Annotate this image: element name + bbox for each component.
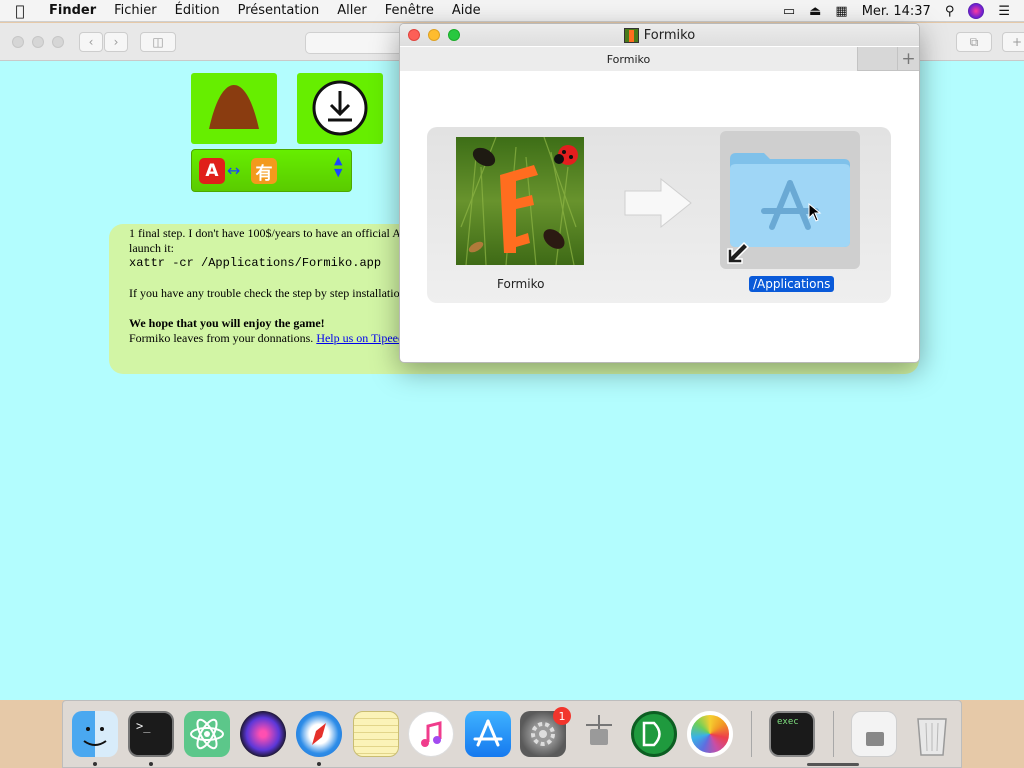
display-mirroring-icon[interactable]: ▭ <box>783 4 795 19</box>
menu-fenetre[interactable]: Fenêtre <box>376 3 443 18</box>
dock-scroll-indicator <box>807 763 859 766</box>
dmg-title: Formiko <box>643 27 696 43</box>
install-panel: Formiko /Applications <box>427 127 891 303</box>
zoom-button[interactable] <box>52 36 64 48</box>
running-indicator <box>149 762 153 766</box>
mouse-cursor-icon <box>808 203 822 222</box>
kanji-icon: 有 <box>251 158 277 184</box>
terminal-prompt-icon: >_ <box>136 719 151 733</box>
download-icon <box>312 80 368 136</box>
sidebar-icon: ◫ <box>152 35 164 49</box>
notification-center-icon[interactable]: ☰ <box>998 4 1010 19</box>
info-line-6: Formiko leaves from your donnations. Hel… <box>129 331 403 346</box>
menu-app-finder[interactable]: Finder <box>40 3 105 18</box>
siri-icon[interactable] <box>968 3 985 19</box>
dock-separator <box>751 711 752 757</box>
dmg-tab-bar: Formiko + <box>400 47 919 71</box>
dock: >_ 1 exec <box>62 700 962 768</box>
zoom-button[interactable] <box>448 29 460 41</box>
tipeee-link[interactable]: Help us on Tipeee <box>316 331 403 345</box>
calendar-icon[interactable]: ▦ <box>835 4 847 19</box>
right-arrow-icon <box>624 177 692 229</box>
exec-label: exec <box>777 717 799 727</box>
download-button[interactable] <box>297 73 383 144</box>
menu-bar:  Finder Fichier Édition Présentation Al… <box>0 0 1024 22</box>
formiko-caption: Formiko <box>497 277 545 291</box>
tab-formiko[interactable]: Formiko <box>400 47 858 71</box>
anthill-icon <box>209 85 259 129</box>
new-tab-button[interactable]: + <box>897 47 919 71</box>
new-tab-button[interactable]: + <box>1002 32 1024 52</box>
address-bar[interactable] <box>305 32 405 54</box>
clock[interactable]: Mer. 14:37 <box>862 4 931 19</box>
updown-chevron-icon: ▲ ▼ <box>334 154 343 179</box>
latin-letter-icon: A <box>199 158 225 184</box>
minimize-button[interactable] <box>428 29 440 41</box>
notification-badge: 1 <box>553 707 571 725</box>
menu-aide[interactable]: Aide <box>443 3 490 18</box>
menu-edition[interactable]: Édition <box>166 3 229 18</box>
swap-arrows-icon: ↔ <box>227 161 241 180</box>
info-line-2: launch it: <box>129 241 174 255</box>
photos-dock-icon[interactable] <box>687 711 733 757</box>
spotlight-search-icon[interactable]: ⚲ <box>945 4 955 19</box>
minimize-button[interactable] <box>32 36 44 48</box>
tabs-overview-button[interactable]: ⧉ <box>956 32 992 52</box>
logisim-dock-icon[interactable] <box>631 711 677 757</box>
formiko-icon <box>456 136 584 266</box>
chevron-left-icon: ‹ <box>88 35 94 49</box>
anthill-button[interactable] <box>191 73 277 144</box>
running-indicator <box>317 762 321 766</box>
applications-caption[interactable]: /Applications <box>749 276 835 292</box>
running-indicator <box>93 762 97 766</box>
menu-fichier[interactable]: Fichier <box>105 3 166 18</box>
sidebar-button[interactable]: ◫ <box>140 32 176 52</box>
back-button[interactable]: ‹ <box>79 32 103 52</box>
formiko-app-icon[interactable] <box>456 136 584 266</box>
siri-dock-icon[interactable] <box>240 711 286 757</box>
atom-dock-icon[interactable] <box>184 711 230 757</box>
language-selector[interactable]: A ↔ 有 ▲ ▼ <box>191 149 352 192</box>
donation-text: Formiko leaves from your donnations. <box>129 331 314 345</box>
itunes-dock-icon[interactable] <box>408 711 454 757</box>
plus-icon: + <box>901 49 916 69</box>
applications-folder-icon <box>727 153 850 264</box>
trash-dock-icon[interactable] <box>909 711 955 757</box>
eject-icon[interactable]: ⏏ <box>809 4 821 19</box>
dmg-titlebar: Formiko <box>400 24 919 46</box>
info-line-4: If you have any trouble check the step b… <box>129 286 400 300</box>
tabs-icon: ⧉ <box>969 34 979 49</box>
terminal-dock-icon[interactable]: >_ <box>128 711 174 757</box>
plus-icon: + <box>1011 35 1023 49</box>
apple-menu-icon[interactable]:  <box>0 2 40 20</box>
menu-presentation[interactable]: Présentation <box>229 3 329 18</box>
app-store-dock-icon[interactable] <box>465 711 511 757</box>
menu-aller[interactable]: Aller <box>328 3 375 18</box>
dmg-window: Formiko Formiko + Formiko /Applications <box>399 23 920 363</box>
finder-dock-icon[interactable] <box>72 711 118 757</box>
formiko-title-icon <box>623 27 639 43</box>
chevron-right-icon: › <box>113 35 119 49</box>
applications-folder[interactable] <box>720 131 860 269</box>
info-line-1: 1 final step. I don't have 100$/years to… <box>129 226 401 240</box>
notes-dock-icon[interactable] <box>353 711 399 757</box>
xattr-command: xattr -cr /Applications/Formiko.app <box>129 256 382 270</box>
info-line-5: We hope that you will enjoy the game! <box>129 316 325 330</box>
close-button[interactable] <box>408 29 420 41</box>
safari-dock-icon[interactable] <box>296 711 342 757</box>
dock-separator <box>833 711 834 757</box>
forward-button[interactable]: › <box>104 32 128 52</box>
exec-dock-icon[interactable]: exec <box>769 711 815 757</box>
disk-image-dock-icon[interactable] <box>851 711 897 757</box>
system-information-dock-icon[interactable] <box>576 711 622 757</box>
close-button[interactable] <box>12 36 24 48</box>
